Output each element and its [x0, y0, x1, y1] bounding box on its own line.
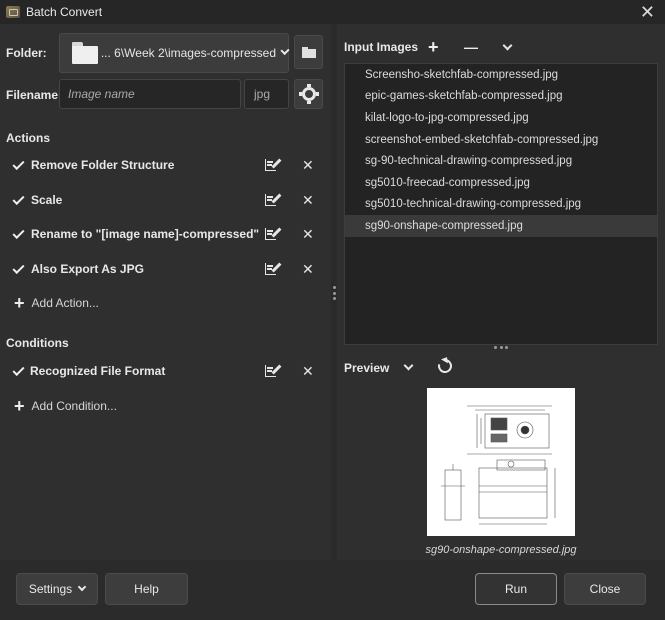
technical-drawing-thumbnail	[441, 405, 556, 525]
folder-dropdown[interactable]: ... 6\Week 2\images-compressed	[59, 33, 290, 73]
checkmark-icon[interactable]	[12, 363, 25, 377]
horizontal-splitter-handle-icon[interactable]	[494, 346, 508, 349]
remove-action-icon[interactable]: ✕	[302, 262, 314, 276]
filename-settings-button[interactable]	[294, 79, 323, 109]
folder-path: ... 6\Week 2\images-compressed	[100, 46, 276, 60]
edit-icon[interactable]	[265, 363, 282, 379]
add-image-button[interactable]: +	[428, 37, 439, 57]
filename-input[interactable]	[59, 79, 241, 109]
help-button[interactable]: Help	[105, 573, 188, 605]
input-images-list[interactable]: Screensho-sketchfab-compressed.jpg epic-…	[344, 63, 658, 345]
edit-icon[interactable]	[265, 157, 282, 173]
remove-action-icon[interactable]: ✕	[302, 158, 314, 172]
action-row[interactable]: Also Export As JPG ✕	[0, 256, 331, 282]
add-action-button[interactable]: + Add Action...	[14, 293, 99, 313]
checkmark-icon[interactable]	[12, 261, 25, 275]
close-button-label: Close	[589, 582, 621, 596]
action-label: Also Export As JPG	[31, 262, 144, 276]
gear-icon	[298, 84, 319, 104]
input-images-heading: Input Images	[344, 40, 419, 54]
chevron-down-icon	[77, 582, 87, 592]
actions-heading: Actions	[6, 131, 51, 145]
list-item[interactable]: sg5010-freecad-compressed.jpg	[345, 172, 657, 194]
plus-icon: +	[14, 396, 25, 416]
title-bar: Batch Convert ✕	[0, 0, 665, 24]
condition-label: Recognized File Format	[30, 364, 166, 378]
folder-icon	[72, 42, 98, 64]
preview-image	[427, 388, 575, 536]
run-button-label: Run	[504, 582, 527, 596]
app-icon	[6, 6, 20, 18]
remove-action-icon[interactable]: ✕	[302, 193, 314, 207]
action-label: Rename to "[image name]-compressed"	[31, 227, 260, 241]
action-row[interactable]: Scale ✕	[0, 187, 331, 213]
close-button[interactable]: Close	[564, 573, 646, 605]
folder-open-icon	[301, 46, 316, 58]
condition-row[interactable]: Recognized File Format ✕	[0, 358, 331, 384]
conditions-heading: Conditions	[6, 336, 69, 350]
checkmark-icon[interactable]	[12, 192, 25, 206]
settings-button-label: Settings	[28, 582, 73, 596]
remove-action-icon[interactable]: ✕	[302, 227, 314, 241]
remove-image-button[interactable]: —	[464, 37, 478, 57]
action-row[interactable]: Remove Folder Structure ✕	[0, 152, 331, 178]
add-action-label: Add Action...	[31, 296, 99, 310]
checkmark-icon[interactable]	[12, 157, 25, 171]
remove-condition-icon[interactable]: ✕	[302, 364, 314, 378]
checkmark-icon[interactable]	[12, 226, 25, 240]
list-item[interactable]: Screensho-sketchfab-compressed.jpg	[345, 64, 657, 86]
open-folder-button[interactable]	[294, 35, 323, 69]
preview-caption: sg90-onshape-compressed.jpg	[425, 544, 577, 556]
action-label: Scale	[31, 193, 63, 207]
action-label: Remove Folder Structure	[31, 158, 175, 172]
list-item[interactable]: sg5010-technical-drawing-compressed.jpg	[345, 194, 657, 216]
action-row[interactable]: Rename to "[image name]-compressed" ✕	[0, 221, 331, 247]
help-button-label: Help	[134, 582, 159, 596]
settings-button[interactable]: Settings	[16, 573, 98, 605]
filename-label: Filename:	[6, 88, 63, 102]
plus-icon: +	[14, 293, 25, 313]
window-title: Batch Convert	[26, 5, 103, 19]
splitter-handle-icon[interactable]	[332, 286, 336, 300]
list-item[interactable]: kilat-logo-to-jpg-compressed.jpg	[345, 107, 657, 129]
edit-icon[interactable]	[265, 192, 282, 208]
preview-heading: Preview	[344, 361, 390, 375]
edit-icon[interactable]	[265, 226, 282, 242]
list-item[interactable]: screenshot-embed-sketchfab-compressed.jp…	[345, 129, 657, 151]
list-item[interactable]: epic-games-sketchfab-compressed.jpg	[345, 86, 657, 108]
run-button[interactable]: Run	[475, 573, 557, 605]
add-condition-label: Add Condition...	[31, 399, 117, 413]
edit-icon[interactable]	[265, 261, 282, 277]
extension-field[interactable]: jpg	[244, 79, 289, 109]
window-close-button[interactable]: ✕	[640, 2, 655, 22]
list-item-selected[interactable]: sg90-onshape-compressed.jpg	[345, 215, 657, 237]
list-item[interactable]: sg-90-technical-drawing-compressed.jpg	[345, 150, 657, 172]
add-condition-button[interactable]: + Add Condition...	[14, 396, 117, 416]
chevron-down-icon	[280, 45, 290, 55]
folder-label: Folder:	[6, 46, 47, 60]
